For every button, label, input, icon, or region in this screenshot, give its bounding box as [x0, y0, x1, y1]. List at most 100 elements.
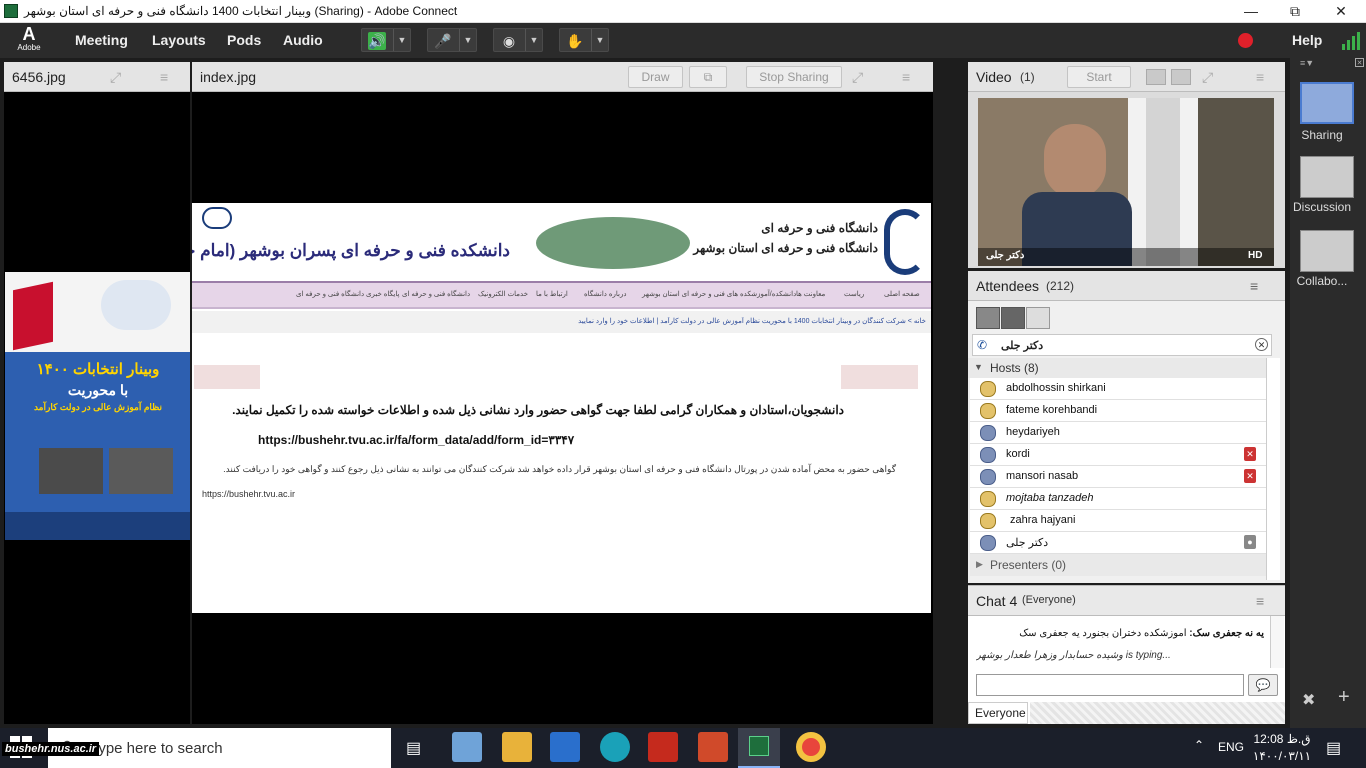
nav-item[interactable]: ارتباط با ما — [536, 290, 568, 298]
menu-meeting[interactable]: Meeting — [75, 32, 128, 48]
pod-menu-icon[interactable]: ≡ — [902, 69, 910, 85]
filmstrip-view-icon[interactable] — [1171, 69, 1191, 85]
nav-item[interactable]: درباره دانشگاه — [584, 290, 627, 298]
hosts-group-header[interactable]: ▼ Hosts (8) — [968, 358, 1266, 378]
fullscreen-icon[interactable]: ⤢ — [1202, 69, 1213, 86]
nav-item[interactable]: ریاست — [844, 290, 864, 298]
menu-pods[interactable]: Pods — [227, 32, 261, 48]
chevron-down-icon[interactable]: ▼ — [591, 29, 608, 51]
presenters-group-header[interactable]: ▶ Presenters (0) — [970, 554, 1266, 576]
presenter-name: دکتر جلی — [1001, 340, 1044, 352]
send-message-button[interactable]: 💬 — [1248, 674, 1278, 696]
tray-chevron-icon[interactable]: ⌃ — [1194, 738, 1204, 752]
grid-view-icon[interactable] — [1146, 69, 1166, 85]
fullscreen-icon[interactable]: ⤢ — [852, 69, 863, 86]
nav-item[interactable]: معاونت ها — [796, 290, 825, 298]
clock-date[interactable]: ۱۴۰۰/۰۳/۱۱ — [1252, 749, 1312, 763]
menu-help[interactable]: Help — [1292, 32, 1322, 48]
chevron-down-icon[interactable]: ▼ — [459, 29, 476, 51]
chevron-down-icon[interactable]: ▼ — [393, 29, 410, 51]
chat-message: یه نه جعفری سک: آموزشکده دختران بجنورد ی… — [974, 628, 1264, 639]
notifications-icon[interactable]: ▤ — [1326, 738, 1341, 758]
maximize-button[interactable]: ⧉ — [1272, 0, 1318, 23]
draw-button[interactable]: Draw — [628, 66, 683, 88]
pdf-reader-icon[interactable] — [648, 732, 678, 762]
pod-menu-icon[interactable]: ≡ — [1256, 69, 1264, 85]
minimize-button[interactable]: — — [1228, 0, 1274, 23]
windows-taskbar: ⚲ Type here to search bushehr.nus.ac.ir … — [0, 728, 1366, 768]
annotation-tool-button[interactable]: ⧉ — [689, 66, 727, 88]
chat-recipient-tab[interactable]: Everyone — [968, 702, 1028, 724]
attendee-row[interactable]: abdolhossin shirkani — [970, 378, 1266, 400]
nav-item[interactable]: خدمات الکترونیک — [478, 290, 528, 298]
list-view-icon[interactable] — [976, 307, 1000, 329]
nav-item[interactable]: دانشگاه فنی و حرفه ای — [402, 290, 470, 298]
edge-browser-icon[interactable] — [600, 732, 630, 762]
webcam-control[interactable]: ◉ ▼ — [493, 28, 543, 52]
clock-time[interactable]: 12:08 ق.ظ — [1252, 732, 1312, 746]
menu-layouts[interactable]: Layouts — [152, 32, 206, 48]
website-nav: صفحه اصلی ریاست معاونت ها دانشکده/آموزشک… — [192, 281, 931, 309]
layout-discussion-label[interactable]: Discussion — [1290, 200, 1354, 214]
nav-item[interactable]: صفحه اصلی — [884, 290, 920, 298]
pod-menu-icon[interactable]: ≡ — [1250, 278, 1258, 294]
language-indicator[interactable]: ENG — [1218, 740, 1244, 754]
file-explorer-icon[interactable] — [502, 732, 532, 762]
adobe-logo: A Adobe — [17, 24, 41, 52]
speaker-control[interactable]: 🔊 ▼ — [361, 28, 411, 52]
pod-menu-icon[interactable]: ≡ — [1256, 593, 1264, 609]
attendee-scrollbar[interactable] — [1266, 358, 1280, 580]
close-icon[interactable]: ✕ — [1355, 58, 1364, 67]
attendee-row[interactable]: mansori nasab ✕ — [970, 466, 1266, 488]
chrome-browser-icon[interactable] — [796, 732, 826, 762]
mail-icon[interactable] — [550, 732, 580, 762]
photos-app-icon[interactable] — [452, 732, 482, 762]
microphone-control[interactable]: 🎤 ▼ — [427, 28, 477, 52]
nav-item[interactable]: دانشکده/آموزشکده های فنی و حرفه ای استان… — [642, 290, 796, 298]
attendee-row[interactable]: heydariyeh — [970, 422, 1266, 444]
nav-item[interactable]: پایگاه خبری دانشگاه فنی و حرفه ای — [296, 290, 399, 298]
host-icon — [980, 381, 996, 397]
layout-collaboration-label[interactable]: Collabo... — [1290, 274, 1354, 288]
start-webcam-button[interactable]: Start — [1067, 66, 1131, 88]
pod-menu-icon[interactable]: ≡ — [160, 69, 168, 85]
site-url[interactable]: https://bushehr.tvu.ac.ir — [202, 489, 402, 499]
fullscreen-icon[interactable]: ⤢ — [110, 69, 121, 86]
university-name-2: دانشگاه فنی و حرفه ای استان بوشهر — [693, 241, 878, 255]
layout-sharing-label[interactable]: Sharing — [1290, 128, 1354, 142]
video-count: (1) — [1020, 70, 1035, 84]
chat-message-text: آموزشکده دختران بجنورد یه جعفری سک — [1019, 628, 1187, 639]
pod-title: Video — [976, 69, 1012, 85]
raise-hand-control[interactable]: ✋ ▼ — [559, 28, 609, 52]
attendee-row[interactable]: دکتر جلی ● — [970, 532, 1266, 554]
chevron-down-icon[interactable]: ▼ — [525, 29, 542, 51]
stop-sharing-button[interactable]: Stop Sharing — [746, 66, 842, 88]
speaker-photo-2 — [109, 448, 173, 494]
layout-collaboration-thumbnail[interactable] — [1300, 230, 1354, 272]
add-layout-icon[interactable]: + — [1338, 686, 1350, 709]
adobe-connect-taskbar-button[interactable] — [738, 728, 780, 768]
menu-audio[interactable]: Audio — [283, 32, 323, 48]
task-view-icon[interactable]: ▤ — [406, 738, 421, 758]
attendee-row[interactable]: mojtaba tanzadeh — [970, 488, 1266, 510]
attendee-row[interactable]: kordi ✕ — [970, 444, 1266, 466]
tools-icon[interactable]: ✖ — [1302, 690, 1315, 710]
chat-scrollbar[interactable] — [1270, 616, 1284, 668]
chat-input[interactable] — [976, 674, 1244, 696]
chat-message-sender: یه نه جعفری سک: — [1189, 628, 1264, 639]
attendee-row[interactable]: zahra hajyani — [970, 510, 1266, 532]
form-link[interactable]: https://bushehr.tvu.ac.ir/fa/form_data/a… — [258, 433, 678, 447]
layout-discussion-thumbnail[interactable] — [1300, 156, 1354, 198]
layout-sharing-thumbnail[interactable] — [1300, 82, 1354, 124]
powerpoint-icon[interactable] — [698, 732, 728, 762]
breadcrumb-text: خانه > شرکت کنندگان در وبینار انتخابات 1… — [578, 318, 926, 325]
connection-signal-icon — [1342, 32, 1362, 50]
taskbar-search-box[interactable]: ⚲ Type here to search — [48, 728, 391, 768]
close-button[interactable]: ✕ — [1318, 0, 1364, 23]
layouts-menu-icon[interactable]: ≡▼ — [1300, 58, 1314, 68]
record-indicator-icon[interactable] — [1238, 33, 1253, 48]
breakout-view-icon[interactable] — [1001, 307, 1025, 329]
status-view-icon[interactable] — [1026, 307, 1050, 329]
clear-icon[interactable]: ✕ — [1255, 338, 1268, 351]
attendee-row[interactable]: fateme korehbandi — [970, 400, 1266, 422]
